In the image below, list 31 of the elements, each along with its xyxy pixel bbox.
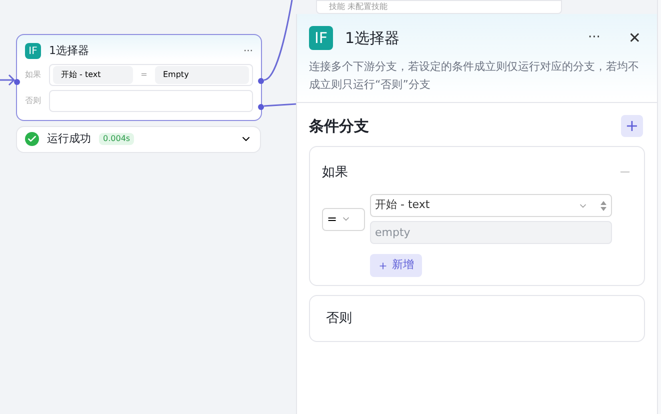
section-title: 条件分支 [309, 116, 369, 137]
node-skill-text: 技能 未配置技能 [328, 2, 388, 12]
node-title: 1选择器 [49, 43, 90, 59]
stepper-icon[interactable] [600, 200, 607, 212]
branch-title: 如果 [322, 164, 348, 182]
add-branch-button[interactable]: + [621, 115, 643, 138]
node-badge: IF [25, 43, 41, 60]
panel-description: 连接多个下游分支，若设定的条件成立则仅运行对应的分支，若均不成立则只运行“否则”分支 [309, 59, 640, 93]
run-time: 0.004s [99, 133, 134, 145]
close-button[interactable]: ✕ [628, 26, 641, 50]
run-status-bar[interactable]: 运行成功 0.004s [16, 126, 261, 152]
operator-select[interactable]: = [322, 208, 365, 230]
node-menu[interactable]: ··· [243, 44, 253, 59]
variable-select[interactable]: 开始 - text [370, 194, 612, 217]
connector-line [263, 102, 297, 108]
add-condition-button[interactable]: 新增 [370, 254, 422, 277]
branch-label: 如果 [25, 68, 42, 80]
node-card[interactable]: IF 1选择器 ··· 如果 开始 - text = Empty 否则 [16, 34, 262, 120]
branch-condition[interactable]: 开始 - text = Empty [49, 64, 253, 86]
condition-value: Empty [155, 66, 249, 84]
branch-title: 否则 [326, 310, 352, 328]
condition-operator: = [140, 68, 148, 80]
arrow-icon [0, 74, 15, 86]
panel-badge: IF [309, 26, 333, 50]
more-button[interactable]: ··· [588, 28, 600, 48]
panel-title: 1选择器 [345, 28, 401, 49]
plus-icon [378, 260, 388, 270]
success-icon [25, 132, 39, 146]
branch-label: 否则 [25, 94, 42, 106]
condition-variable: 开始 - text [53, 66, 133, 84]
status-label: 运行成功 [47, 130, 91, 147]
